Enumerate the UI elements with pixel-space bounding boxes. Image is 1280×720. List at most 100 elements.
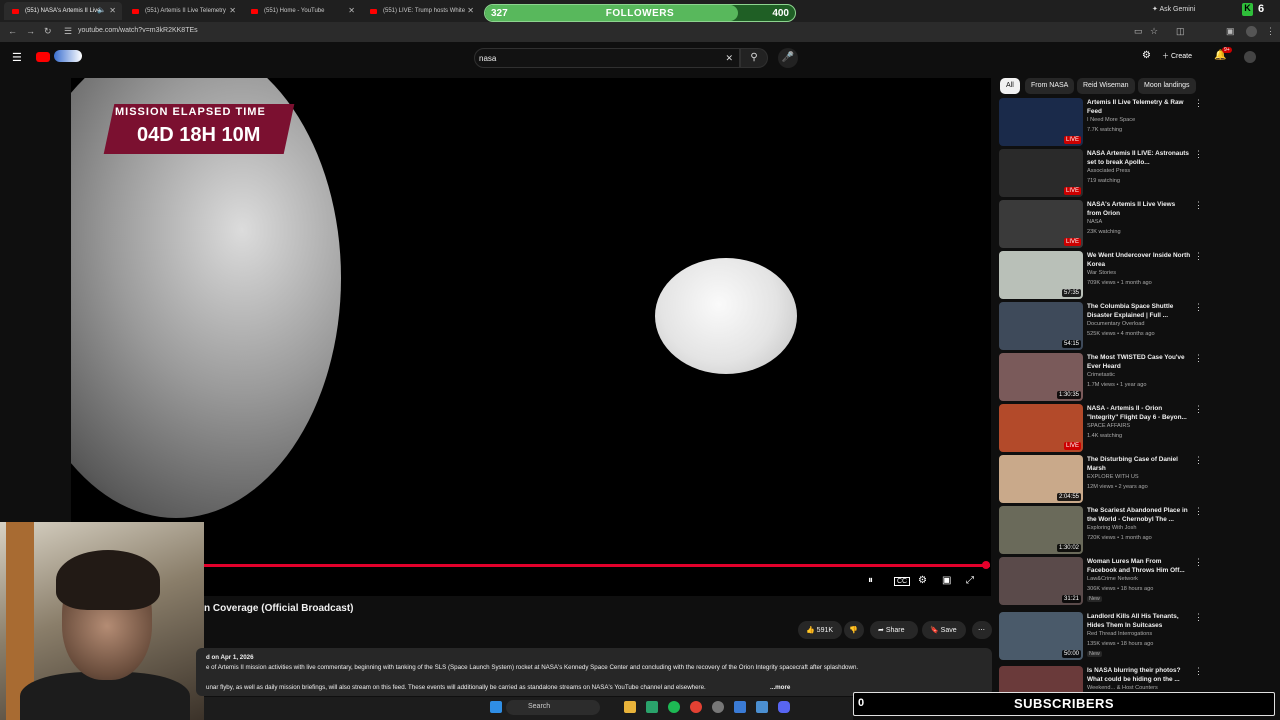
recommendation-item[interactable]: 2:04:55 The Disturbing Case of Daniel Mar…: [999, 455, 1209, 503]
channel-name[interactable]: Exploring With Josh: [1087, 525, 1136, 531]
profile-avatar[interactable]: [1246, 26, 1257, 37]
browser-tab[interactable]: (551) NASA's Artemis II Live 🔈 ✕: [4, 2, 122, 20]
file-explorer-icon[interactable]: [624, 701, 636, 713]
ask-gemini-button[interactable]: ✦ Ask Gemini: [1152, 5, 1195, 13]
pause-icon[interactable]: ⏸: [868, 575, 873, 586]
video-thumbnail[interactable]: LIVE: [999, 200, 1083, 248]
more-options-icon[interactable]: ⋮: [1194, 200, 1203, 211]
video-thumbnail[interactable]: LIVE: [999, 149, 1083, 197]
recommendation-title[interactable]: Woman Lures Man From Facebook and Throws…: [1087, 557, 1191, 575]
chrome-icon[interactable]: [690, 701, 702, 713]
recommendation-item[interactable]: 50:00 Landlord Kills All His Tenants, Hid…: [999, 612, 1209, 660]
voice-search-button[interactable]: 🎤: [778, 48, 798, 68]
doodle-logo[interactable]: [54, 50, 82, 62]
recommendation-title[interactable]: Landlord Kills All His Tenants, Hides Th…: [1087, 612, 1191, 630]
kick-extension-icon[interactable]: K: [1242, 3, 1253, 16]
recommendation-title[interactable]: The Disturbing Case of Daniel Marsh: [1087, 455, 1191, 473]
site-info-icon[interactable]: ☰: [64, 26, 72, 37]
video-player[interactable]: MISSION ELAPSED TIME 04D 18H 10M: [71, 78, 991, 596]
search-button[interactable]: ⚲: [740, 48, 768, 68]
recommendation-item[interactable]: 54:15 The Columbia Space Shuttle Disaster…: [999, 302, 1209, 350]
recommendation-title[interactable]: NASA - Artemis II - Orion "Integrity" Fl…: [1087, 404, 1191, 422]
channel-name[interactable]: War Stories: [1087, 270, 1116, 276]
chip-reid-wiseman[interactable]: Reid Wiseman: [1077, 78, 1135, 94]
spotify-icon[interactable]: [668, 701, 680, 713]
video-thumbnail[interactable]: 1:30:35: [999, 353, 1083, 401]
recommendation-item[interactable]: 1:30:35 The Most TWISTED Case You've Ever…: [999, 353, 1209, 401]
more-actions-button[interactable]: ⋯: [972, 621, 992, 639]
recommendation-title[interactable]: NASA Artemis II LIVE: Astronauts set to …: [1087, 149, 1191, 167]
discord-icon[interactable]: [778, 701, 790, 713]
video-progress-bar[interactable]: [204, 564, 990, 567]
close-tab-icon[interactable]: ✕: [109, 6, 116, 15]
channel-name[interactable]: Documentary Overload: [1087, 321, 1145, 327]
settings-icon[interactable]: ⚙: [1142, 50, 1151, 61]
dislike-button[interactable]: 👎: [844, 621, 864, 639]
channel-name[interactable]: NASA: [1087, 219, 1102, 225]
save-button[interactable]: 🔖 Save: [922, 621, 966, 639]
search-box[interactable]: ✕: [474, 48, 740, 68]
video-description[interactable]: d on Apr 1, 2026 e of Artemis II mission…: [196, 648, 992, 696]
recommendation-item[interactable]: 57:35 We Went Undercover Inside North Kor…: [999, 251, 1209, 299]
miniplayer-icon[interactable]: ▣: [942, 575, 951, 586]
video-thumbnail[interactable]: 57:35: [999, 251, 1083, 299]
channel-name[interactable]: EXPLORE WITH US: [1087, 474, 1139, 480]
fullscreen-icon[interactable]: ⤢: [966, 575, 974, 586]
more-options-icon[interactable]: ⋮: [1194, 666, 1203, 677]
more-options-icon[interactable]: ⋮: [1194, 149, 1203, 160]
recommendation-item[interactable]: 1:30:02 The Scariest Abandoned Place in t…: [999, 506, 1209, 554]
more-options-icon[interactable]: ⋮: [1194, 353, 1203, 364]
obs-icon[interactable]: [712, 701, 724, 713]
browser-menu-icon[interactable]: ⋮: [1266, 26, 1275, 37]
more-options-icon[interactable]: ⋮: [1194, 302, 1203, 313]
speaker-icon[interactable]: 🔈: [97, 6, 106, 14]
video-thumbnail[interactable]: LIVE: [999, 98, 1083, 146]
recommendation-title[interactable]: The Scariest Abandoned Place in the Worl…: [1087, 506, 1191, 524]
more-options-icon[interactable]: ⋮: [1194, 455, 1203, 466]
chip-moon-landings[interactable]: Moon landings: [1138, 78, 1196, 94]
url-text[interactable]: youtube.com/watch?v=m3kR2KK8TEs: [78, 27, 198, 34]
recommendation-item[interactable]: 31:21 Woman Lures Man From Facebook and T…: [999, 557, 1209, 605]
more-options-icon[interactable]: ⋮: [1194, 557, 1203, 568]
channel-name[interactable]: Crimetastic: [1087, 372, 1115, 378]
clear-search-icon[interactable]: ✕: [725, 53, 733, 64]
more-options-icon[interactable]: ⋮: [1194, 404, 1203, 415]
recommendation-item[interactable]: LIVE NASA - Artemis II - Orion "Integrity…: [999, 404, 1209, 452]
video-thumbnail[interactable]: LIVE: [999, 404, 1083, 452]
captions-icon[interactable]: CC: [894, 577, 911, 586]
bookmark-star-icon[interactable]: ☆: [1150, 26, 1158, 37]
account-avatar[interactable]: [1244, 51, 1256, 63]
back-icon[interactable]: ←: [8, 26, 17, 36]
install-icon[interactable]: ▭: [1134, 26, 1143, 37]
channel-name[interactable]: Law&Crime Network: [1087, 576, 1138, 582]
recommendation-item[interactable]: LIVE NASA's Artemis II Live Views from Or…: [999, 200, 1209, 248]
video-thumbnail[interactable]: 31:21: [999, 557, 1083, 605]
search-input[interactable]: [479, 54, 719, 63]
create-button[interactable]: ＋ Create: [1162, 49, 1192, 65]
more-options-icon[interactable]: ⋮: [1194, 506, 1203, 517]
recommendation-item[interactable]: LIVE NASA Artemis II LIVE: Astronauts set…: [999, 149, 1209, 197]
video-thumbnail[interactable]: 54:15: [999, 302, 1083, 350]
sidebar-icon[interactable]: ▣: [1226, 26, 1235, 37]
forward-icon[interactable]: →: [26, 26, 35, 36]
more-options-icon[interactable]: ⋮: [1194, 251, 1203, 262]
share-button[interactable]: ➦ Share: [870, 621, 918, 639]
recommendation-item[interactable]: LIVE Artemis II Live Telemetry & Raw Feed…: [999, 98, 1209, 146]
windows-start-icon[interactable]: [490, 701, 502, 713]
recommendation-title[interactable]: The Most TWISTED Case You've Ever Heard: [1087, 353, 1191, 371]
youtube-logo-icon[interactable]: [36, 52, 50, 62]
close-tab-icon[interactable]: ✕: [348, 6, 355, 15]
show-more-link[interactable]: ...more: [770, 684, 790, 691]
channel-name[interactable]: Weekend... & Host Counters: [1087, 685, 1158, 691]
recommendation-title[interactable]: Is NASA blurring their photos? What coul…: [1087, 666, 1191, 684]
close-tab-icon[interactable]: ✕: [229, 6, 236, 15]
video-thumbnail[interactable]: 1:30:02: [999, 506, 1083, 554]
more-options-icon[interactable]: ⋮: [1194, 98, 1203, 109]
browser-tab[interactable]: (551) LIVE: Trump hosts White ✕: [362, 2, 480, 20]
video-thumbnail[interactable]: 2:04:55: [999, 455, 1083, 503]
app-icon[interactable]: [734, 701, 746, 713]
more-options-icon[interactable]: ⋮: [1194, 612, 1203, 623]
recommendation-title[interactable]: We Went Undercover Inside North Korea: [1087, 251, 1191, 269]
recommendation-title[interactable]: NASA's Artemis II Live Views from Orion: [1087, 200, 1191, 218]
store-icon[interactable]: [646, 701, 658, 713]
